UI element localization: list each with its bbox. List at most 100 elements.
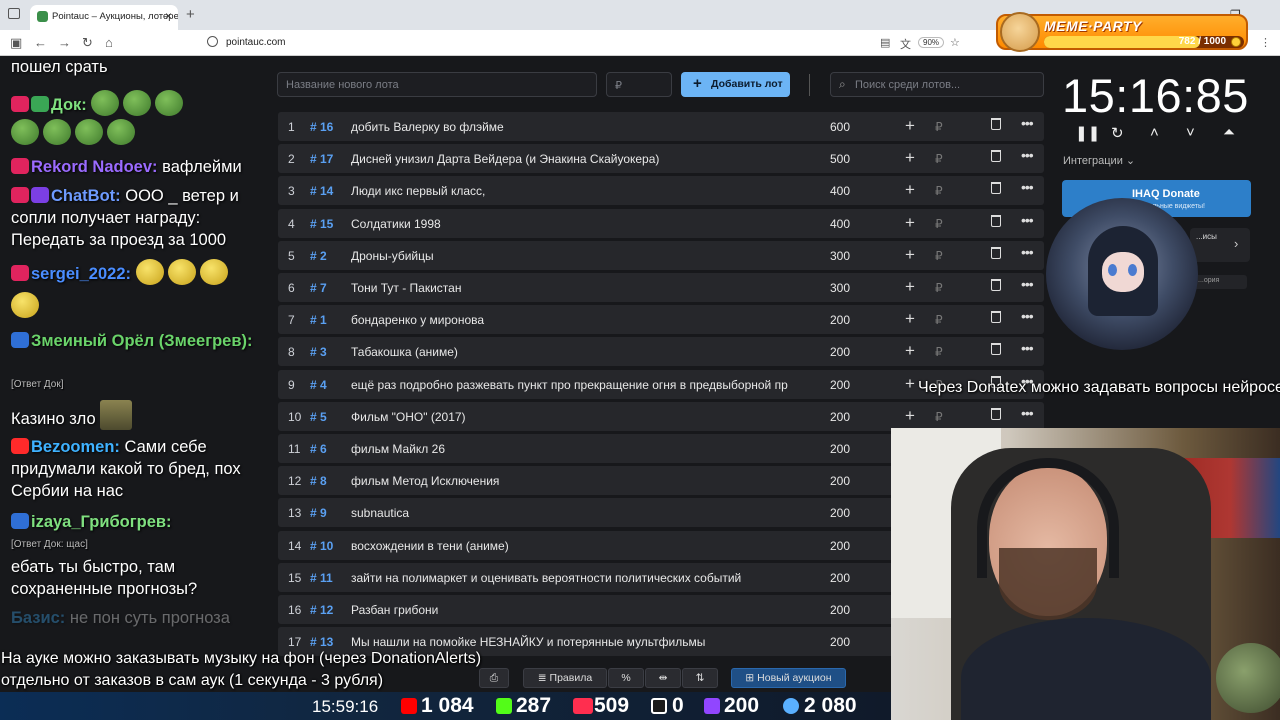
plus-icon: +	[693, 75, 702, 92]
ruble-icon[interactable]: ₽	[935, 313, 943, 327]
rules-button[interactable]: ≣ Правила	[523, 668, 607, 688]
new-tab-icon[interactable]: +	[186, 6, 195, 23]
add-amount-icon[interactable]: +	[905, 277, 915, 297]
ruble-icon[interactable]: ₽	[935, 217, 943, 231]
lot-row[interactable]: 3 # 14 Люди икс первый класс, 400 + ₽ •••	[278, 176, 1044, 206]
zoom-level[interactable]: 90%	[918, 37, 945, 48]
lot-name[interactable]: Дроны-убийцы	[351, 249, 813, 263]
more-options-icon[interactable]: •••	[1021, 212, 1034, 228]
tab-actions-icon[interactable]	[8, 8, 20, 19]
site-info-icon[interactable]	[207, 36, 218, 47]
delete-lot-button[interactable]	[991, 214, 1001, 227]
add-amount-icon[interactable]: +	[905, 374, 915, 394]
lot-row[interactable]: 5 # 2 Дроны-убийцы 300 + ₽ •••	[278, 240, 1044, 270]
bookmark-star-icon[interactable]: ☆	[950, 36, 960, 49]
lot-row[interactable]: 10 # 5 Фильм "ОНО" (2017) 200 + ₽ •••	[278, 401, 1044, 431]
home-icon[interactable]: ⌂	[105, 35, 113, 50]
ruble-icon[interactable]: ₽	[935, 281, 943, 295]
lot-name[interactable]: Люди икс первый класс,	[351, 184, 813, 198]
lot-name[interactable]: Табакошка (аниме)	[351, 345, 813, 359]
ruble-icon[interactable]: ₽	[935, 120, 943, 134]
ruble-icon[interactable]: ₽	[935, 410, 943, 424]
delete-lot-button[interactable]	[991, 279, 1001, 291]
forward-icon[interactable]: →	[58, 35, 71, 50]
add-amount-icon[interactable]: +	[905, 148, 915, 168]
add-amount-icon[interactable]: +	[905, 406, 915, 426]
close-tab-icon[interactable]: ×	[165, 9, 172, 23]
add-amount-icon[interactable]: +	[905, 180, 915, 200]
add-amount-icon[interactable]: +	[905, 245, 915, 265]
reset-icon[interactable]: ↻	[1111, 124, 1124, 142]
lot-name[interactable]: добить Валерку во флэйме	[351, 120, 813, 134]
menu-icon[interactable]: ⋮	[1260, 36, 1271, 49]
more-options-icon[interactable]: •••	[1021, 115, 1034, 131]
back-icon[interactable]: ←	[34, 35, 47, 50]
double-up-icon[interactable]: ⏶	[1223, 124, 1235, 141]
sort-icon[interactable]: ⇅	[682, 668, 718, 688]
ruble-icon[interactable]: ₽	[935, 152, 943, 166]
lot-row[interactable]: 2 # 17 Дисней унизил Дарта Вейдера (и Энак…	[278, 144, 1044, 174]
more-options-icon[interactable]: •••	[1021, 308, 1034, 324]
save-icon[interactable]: ⎙	[479, 668, 509, 688]
add-amount-icon[interactable]: +	[905, 309, 915, 329]
reload-icon[interactable]: ↻	[82, 35, 93, 51]
reader-mode-icon[interactable]: ▤	[880, 36, 890, 49]
more-options-icon[interactable]: •••	[1021, 405, 1034, 421]
lot-name[interactable]: Разбан грибони	[351, 603, 813, 617]
sidebar-toggle-icon[interactable]: ▣	[10, 35, 22, 51]
new-auction-button[interactable]: ⊞ Новый аукцион	[731, 668, 846, 688]
add-amount-icon[interactable]: +	[905, 341, 915, 361]
lot-search-input[interactable]: ⌕ Поиск среди лотов...	[830, 72, 1044, 97]
more-options-icon[interactable]: •••	[1021, 147, 1034, 163]
delete-lot-button[interactable]	[991, 118, 1001, 130]
integration-card[interactable]: ...исы ›	[1190, 228, 1250, 262]
browser-tab[interactable]: Pointauc – Аукционы, лотереи ×	[30, 5, 178, 30]
lot-row[interactable]: 6 # 7 Тони Тут - Пакистан 300 + ₽ •••	[278, 273, 1044, 302]
percent-button[interactable]: %	[608, 668, 644, 688]
add-amount-icon[interactable]: +	[905, 213, 915, 233]
ruble-icon[interactable]: ₽	[935, 345, 943, 359]
lot-name[interactable]: Фильм "ОНО" (2017)	[351, 410, 813, 424]
chevron-up-icon[interactable]: ˄	[1150, 124, 1159, 141]
delete-lot-button[interactable]	[991, 343, 1001, 356]
translate-icon[interactable]: 文	[900, 36, 911, 52]
lot-amount-input[interactable]: ₽	[606, 72, 672, 97]
history-card[interactable]: ...ория	[1190, 275, 1247, 289]
new-lot-input[interactable]: Название нового лота	[277, 72, 597, 97]
lot-row[interactable]: 1 # 16 добить Валерку во флэйме 600 + ₽ •••	[278, 112, 1044, 141]
lot-name[interactable]: зайти на полимаркет и оценивать вероятно…	[351, 571, 813, 585]
delete-lot-button[interactable]	[991, 150, 1001, 163]
url-text[interactable]: pointauc.com	[226, 37, 285, 48]
lot-row[interactable]: 4 # 15 Солдатики 1998 400 + ₽ •••	[278, 208, 1044, 238]
delete-lot-button[interactable]	[991, 407, 1001, 420]
delete-lot-button[interactable]	[991, 311, 1001, 324]
more-options-icon[interactable]: •••	[1021, 276, 1034, 292]
lot-name[interactable]: фильм Метод Исключения	[351, 474, 813, 488]
pause-icon[interactable]: ❚❚	[1075, 124, 1100, 142]
lot-row[interactable]: 7 # 1 бондаренко у миронова 200 + ₽ •••	[278, 305, 1044, 335]
lot-name[interactable]: Солдатики 1998	[351, 217, 813, 231]
split-icon[interactable]: ⇹	[645, 668, 681, 688]
lot-name[interactable]: фильм Майкл 26	[351, 442, 813, 456]
delete-lot-button[interactable]	[991, 246, 1001, 259]
add-lot-button[interactable]: + Добавить лот	[681, 72, 790, 97]
chevron-down-icon[interactable]: ˅	[1186, 124, 1195, 141]
more-options-icon[interactable]: •••	[1021, 179, 1034, 195]
ruble-icon[interactable]: ₽	[935, 184, 943, 198]
lot-row[interactable]: 8 # 3 Табакошка (аниме) 200 + ₽ •••	[278, 337, 1044, 367]
lot-name[interactable]: Мы нашли на помойке НЕЗНАЙКУ и потерянны…	[351, 635, 813, 649]
delete-lot-button[interactable]	[991, 182, 1001, 195]
lot-name[interactable]: ещё раз подробно разжевать пункт про пре…	[351, 378, 813, 392]
viewers-icon	[783, 698, 799, 714]
lot-name[interactable]: бондаренко у миронова	[351, 313, 813, 327]
more-options-icon[interactable]: •••	[1021, 244, 1034, 260]
lot-name[interactable]: Дисней унизил Дарта Вейдера (и Энакина С…	[351, 152, 813, 166]
lot-name[interactable]: восхождении в тени (аниме)	[351, 539, 813, 553]
lot-number: # 10	[310, 538, 334, 553]
lot-name[interactable]: Тони Тут - Пакистан	[351, 281, 813, 295]
add-amount-icon[interactable]: +	[905, 116, 915, 136]
lot-name[interactable]: subnautica	[351, 506, 813, 520]
ruble-icon[interactable]: ₽	[935, 249, 943, 263]
more-options-icon[interactable]: •••	[1021, 340, 1034, 356]
integrations-dropdown[interactable]: Интеграции ⌄	[1063, 154, 1135, 167]
